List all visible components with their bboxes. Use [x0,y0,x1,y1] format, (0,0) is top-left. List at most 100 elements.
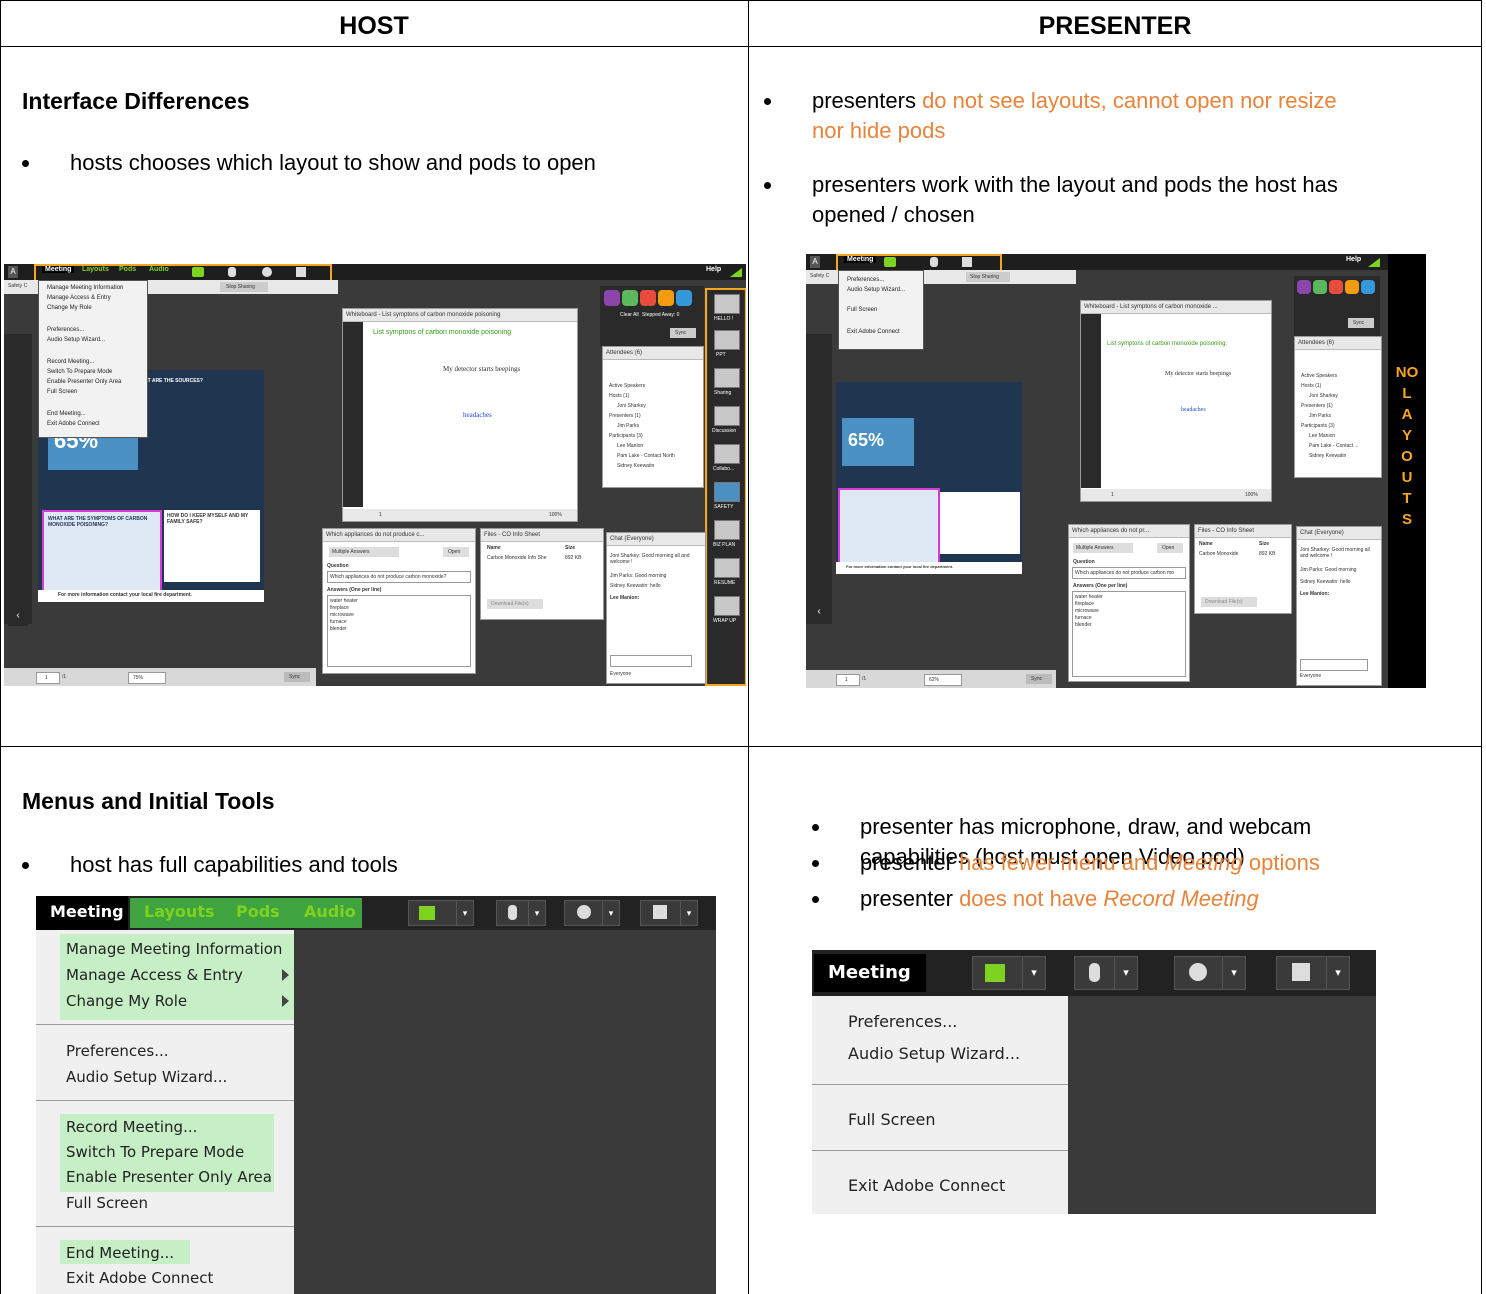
menu-item-exit[interactable]: Exit Adobe Connect [847,329,900,335]
webcam-control[interactable] [1174,956,1224,990]
menu-item-prepare-mode[interactable]: Switch To Prepare Mode [66,1143,244,1161]
clear-all-button[interactable]: Clear All [620,312,639,318]
menu-meeting[interactable]: Meeting [828,962,911,983]
menu-item-preferences[interactable]: Preferences... [66,1042,169,1060]
download-button[interactable]: Download File(s) [487,599,543,609]
menu-item-preferences[interactable]: Preferences... [47,327,84,333]
chat-input[interactable] [610,655,692,667]
help-link[interactable]: Help [706,266,721,273]
menu-item-exit[interactable]: Exit Adobe Connect [47,421,100,427]
file-name[interactable]: Carbon Monoxide Info She [487,555,546,561]
laugh-status-icon[interactable] [1345,280,1359,294]
raise-hand-status-icon[interactable] [604,290,620,306]
poll-mode-select[interactable]: Multiple Answers [1073,543,1133,553]
page-field[interactable]: 1 [36,672,60,684]
status-control[interactable] [1276,956,1328,990]
menu-item-preferences[interactable]: Preferences... [848,1012,957,1031]
menu-item-full-screen[interactable]: Full Screen [848,1110,935,1129]
microphone-dropdown[interactable]: ▾ [1114,956,1138,990]
menu-item-manage-meeting-info[interactable]: Manage Meeting Information [66,940,282,958]
wb-zoom[interactable]: 100% [549,512,562,518]
menu-item-presenter-only-area[interactable]: Enable Presenter Only Area [66,1168,272,1186]
raise-hand-status-icon[interactable] [1297,280,1311,294]
menu-audio[interactable]: Audio [304,902,356,921]
menu-item-manage-access[interactable]: Manage Access & Entry [66,966,243,984]
menu-item-exit[interactable]: Exit Adobe Connect [66,1269,213,1287]
stop-sharing-button[interactable]: Stop Sharing [220,282,268,292]
laugh-status-icon[interactable] [658,290,674,306]
disagree-status-icon[interactable] [1329,280,1343,294]
status-dropdown[interactable]: ▾ [680,900,698,926]
microphone-control[interactable] [496,900,530,926]
wb-zoom[interactable]: 100% [1245,492,1258,498]
layout-ppt[interactable] [714,330,740,350]
chat-recipient[interactable]: Everyone [610,671,631,677]
menu-item-end-meeting[interactable]: End Meeting... [47,411,86,417]
chat-input[interactable] [1300,659,1368,671]
menu-item-audio-setup[interactable]: Audio Setup Wizard... [848,1044,1020,1063]
chat-recipient[interactable]: Everyone [1300,673,1321,679]
menu-item-prepare-mode[interactable]: Switch To Prepare Mode [47,369,112,375]
speaker-control[interactable] [972,956,1024,990]
stop-sharing-button[interactable]: Stop Sharing [966,272,1010,282]
pod-collapse-button[interactable]: ‹ [8,610,28,626]
menu-item-audio-setup[interactable]: Audio Setup Wizard... [847,287,905,293]
poll-open-button[interactable]: Open [443,547,469,557]
menu-item-preferences[interactable]: Preferences... [847,277,884,283]
menu-item-change-role[interactable]: Change My Role [47,305,92,311]
poll-answers-field[interactable]: water heater fireplace microwave furnace… [327,595,471,667]
layout-biz-plan[interactable] [714,520,740,540]
menu-layouts[interactable]: Layouts [144,902,214,921]
layout-collabo[interactable] [714,444,740,464]
sync-button-bottom[interactable]: Sync [284,672,310,682]
poll-question-field[interactable]: Which appliances do not produce carbon m… [1072,567,1186,579]
help-link[interactable]: Help [1346,256,1361,263]
poll-mode-select[interactable]: Multiple Answers [329,547,399,557]
file-name[interactable]: Carbon Monoxide [1199,551,1238,557]
zoom-field[interactable]: 62% [924,674,962,686]
microphone-dropdown[interactable]: ▾ [528,900,546,926]
layout-resume[interactable] [714,558,740,578]
agree-status-icon[interactable] [1313,280,1327,294]
layout-discussion[interactable] [714,406,740,426]
applause-status-icon[interactable] [1361,280,1375,294]
webcam-control[interactable] [564,900,604,926]
speaker-dropdown[interactable]: ▾ [1022,956,1046,990]
poll-question-field[interactable]: Which appliances do not produce carbon m… [327,571,471,583]
menu-item-full-screen[interactable]: Full Screen [847,307,877,313]
pod-collapse-button[interactable]: ‹ [810,606,828,622]
menu-item-audio-setup[interactable]: Audio Setup Wizard... [66,1068,227,1086]
menu-meeting[interactable]: Meeting [50,902,124,921]
menu-item-record-meeting[interactable]: Record Meeting... [47,359,94,365]
menu-item-manage-access[interactable]: Manage Access & Entry [47,295,111,301]
webcam-dropdown[interactable]: ▾ [602,900,620,926]
menu-item-full-screen[interactable]: Full Screen [47,389,77,395]
download-button[interactable]: Download File(s) [1201,597,1257,607]
layout-hello[interactable] [714,294,740,314]
menu-item-manage-meeting-info[interactable]: Manage Meeting Information [47,285,123,291]
menu-item-end-meeting[interactable]: End Meeting... [66,1244,174,1262]
menu-item-audio-setup[interactable]: Audio Setup Wizard... [47,337,105,343]
applause-status-icon[interactable] [676,290,692,306]
poll-answers-field[interactable]: water heater fireplace microwave furnace… [1072,591,1186,677]
sync-button-bottom[interactable]: Sync [1026,674,1052,684]
status-control[interactable] [640,900,682,926]
microphone-control[interactable] [1074,956,1116,990]
speaker-dropdown[interactable]: ▾ [456,900,474,926]
speaker-control[interactable] [408,900,458,926]
menu-pods[interactable]: Pods [236,902,280,921]
sync-button[interactable]: Sync [1348,318,1374,328]
page-field[interactable]: 1 [836,674,860,686]
layout-wrap-up[interactable] [714,596,740,616]
menu-item-record-meeting[interactable]: Record Meeting... [66,1118,197,1136]
sync-button[interactable]: Sync [670,328,696,338]
webcam-dropdown[interactable]: ▾ [1222,956,1246,990]
menu-item-presenter-only-area[interactable]: Enable Presenter Only Area [47,379,121,385]
disagree-status-icon[interactable] [640,290,656,306]
zoom-field[interactable]: 75% [128,672,166,684]
agree-status-icon[interactable] [622,290,638,306]
menu-item-change-role[interactable]: Change My Role [66,992,187,1010]
menu-item-exit[interactable]: Exit Adobe Connect [848,1176,1005,1195]
layout-safety[interactable] [714,482,740,502]
poll-open-button[interactable]: Open [1157,543,1183,553]
